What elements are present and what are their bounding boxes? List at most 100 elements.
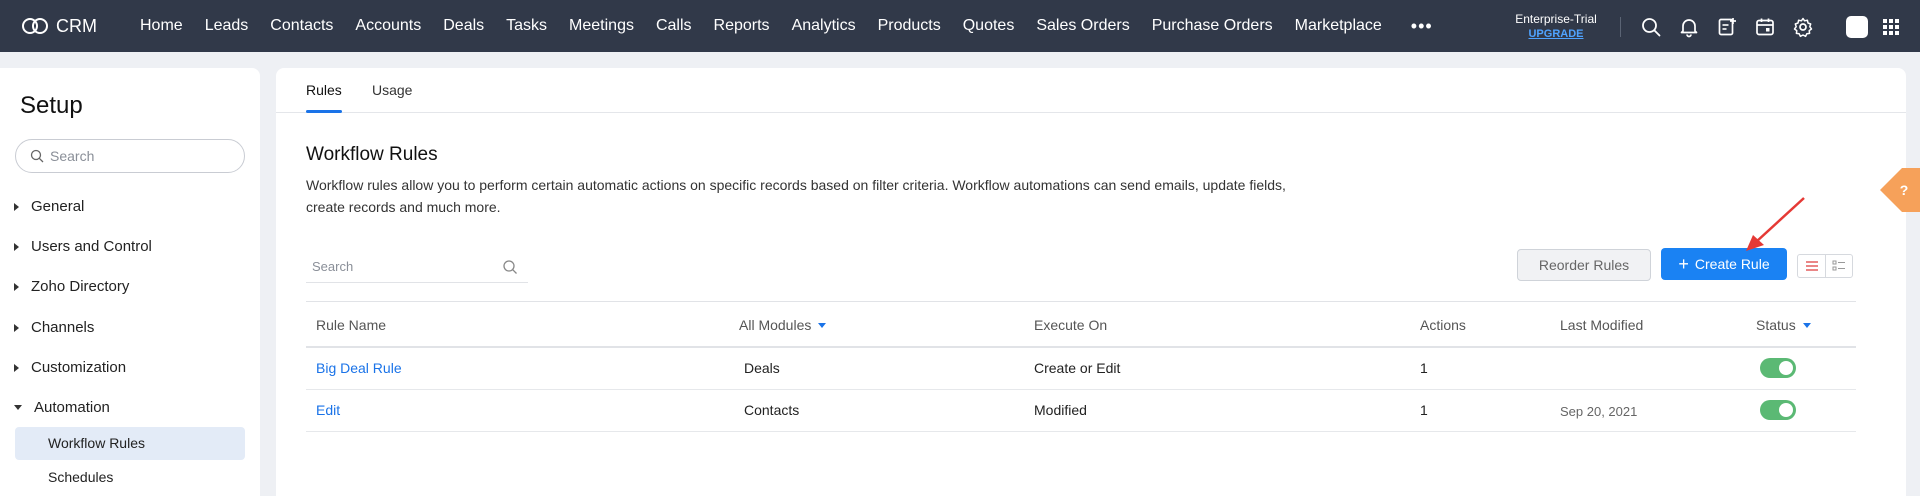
nav-marketplace[interactable]: Marketplace: [1284, 0, 1393, 52]
top-navigation-bar: CRM Home Leads Contacts Accounts Deals T…: [0, 0, 1920, 52]
reorder-rules-button[interactable]: Reorder Rules: [1517, 249, 1651, 281]
zoho-logo-icon: [22, 18, 48, 34]
bell-icon[interactable]: [1678, 16, 1700, 38]
caret-right-icon: [14, 323, 19, 332]
rule-module: Contacts: [744, 402, 800, 418]
help-icon: ?: [1900, 182, 1909, 198]
column-execute-on[interactable]: Execute On: [1034, 317, 1107, 333]
rules-search-input[interactable]: [312, 259, 502, 274]
caret-right-icon: [14, 363, 19, 372]
sidebar-item-zoho-directory[interactable]: Zoho Directory: [14, 278, 129, 295]
crm-logo[interactable]: CRM: [20, 15, 120, 37]
sidebar-item-automation[interactable]: Automation: [14, 399, 110, 416]
column-label: All Modules: [739, 317, 812, 333]
grouped-view-icon[interactable]: [1825, 255, 1852, 277]
avatar[interactable]: [1846, 16, 1868, 38]
trial-label: Enterprise-Trial: [1515, 12, 1597, 26]
caret-right-icon: [14, 242, 19, 251]
top-divider: [1620, 17, 1621, 37]
create-rule-label: Create Rule: [1694, 256, 1770, 272]
nav-tasks[interactable]: Tasks: [495, 0, 558, 52]
sidebar-title: Setup: [20, 92, 83, 119]
nav-accounts[interactable]: Accounts: [344, 0, 432, 52]
nav-reports[interactable]: Reports: [703, 0, 781, 52]
sidebar-search-input[interactable]: [50, 148, 230, 164]
nav-products[interactable]: Products: [867, 0, 952, 52]
upgrade-link[interactable]: UPGRADE: [1500, 28, 1612, 40]
nav-analytics[interactable]: Analytics: [781, 0, 867, 52]
nav-quotes[interactable]: Quotes: [952, 0, 1026, 52]
nav-sales-orders[interactable]: Sales Orders: [1025, 0, 1140, 52]
rule-execute-on: Create or Edit: [1034, 360, 1121, 376]
calendar-icon[interactable]: [1754, 16, 1776, 38]
active-tab-indicator: [306, 110, 342, 113]
caret-right-icon: [14, 282, 19, 291]
sidebar-item-label: Customization: [31, 359, 127, 376]
sidebar-item-users-and-control[interactable]: Users and Control: [14, 238, 152, 255]
nav-calls[interactable]: Calls: [645, 0, 703, 52]
rule-last-modified: Sep 20, 2021: [1560, 404, 1638, 419]
sidebar-item-channels[interactable]: Channels: [14, 319, 94, 336]
page-description: Workflow rules allow you to perform cert…: [306, 177, 1286, 215]
nav-purchase-orders[interactable]: Purchase Orders: [1141, 0, 1284, 52]
search-icon: [503, 259, 517, 274]
nav-contacts[interactable]: Contacts: [259, 0, 344, 52]
search-icon[interactable]: [1640, 16, 1662, 38]
column-label: Status: [1756, 317, 1796, 333]
status-toggle[interactable]: [1760, 358, 1796, 378]
main-panel: Rules Usage Workflow Rules Workflow rule…: [276, 68, 1906, 496]
create-rule-button[interactable]: + Create Rule: [1661, 248, 1787, 280]
apps-grid-icon[interactable]: [1880, 16, 1902, 38]
dropdown-caret-icon: [1802, 323, 1811, 328]
rule-actions-count: 1: [1420, 360, 1428, 376]
sidebar-item-label: Zoho Directory: [31, 278, 130, 295]
rules-search[interactable]: [306, 251, 528, 283]
sidebar-item-workflow-rules[interactable]: Workflow Rules: [15, 427, 245, 460]
table-row: Edit Contacts Modified 1 Sep 20, 2021: [306, 390, 1856, 432]
nav-home[interactable]: Home: [120, 0, 194, 52]
trial-info: Enterprise-Trial UPGRADE: [1500, 12, 1612, 40]
rule-name-link[interactable]: Edit: [316, 402, 340, 418]
workflow-rules-table: Rule Name All Modules Execute On Actions…: [306, 301, 1856, 432]
search-icon: [30, 149, 44, 163]
column-last-modified[interactable]: Last Modified: [1560, 317, 1643, 333]
column-rule-name[interactable]: Rule Name: [316, 317, 386, 333]
sidebar-item-label: General: [31, 198, 85, 215]
sidebar-item-schedules[interactable]: Schedules: [15, 461, 245, 494]
add-note-icon[interactable]: [1716, 16, 1738, 38]
tab-usage[interactable]: Usage: [372, 82, 412, 98]
setup-sidebar: Setup General Users and Control Zoho Dir…: [0, 68, 260, 496]
rule-execute-on: Modified: [1034, 402, 1087, 418]
nav-meetings[interactable]: Meetings: [558, 0, 645, 52]
nav-deals[interactable]: Deals: [432, 0, 495, 52]
column-actions[interactable]: Actions: [1420, 317, 1466, 333]
rule-actions-count: 1: [1420, 402, 1428, 418]
brand-name: CRM: [56, 15, 97, 36]
sidebar-item-general[interactable]: General: [14, 198, 84, 215]
page-title: Workflow Rules: [306, 144, 438, 165]
sidebar-item-label: Users and Control: [31, 238, 152, 255]
main-nav: Home Leads Contacts Accounts Deals Tasks…: [120, 0, 1451, 52]
table-row: Big Deal Rule Deals Create or Edit 1: [306, 348, 1856, 390]
column-modules-filter[interactable]: All Modules: [739, 317, 827, 333]
list-view-icon[interactable]: [1798, 255, 1825, 277]
plus-icon: +: [1678, 254, 1689, 274]
tab-rules[interactable]: Rules: [306, 82, 342, 98]
rule-module: Deals: [744, 360, 780, 376]
dropdown-caret-icon: [818, 323, 827, 328]
tab-bar: Rules Usage: [276, 68, 1906, 113]
status-toggle[interactable]: [1760, 400, 1796, 420]
nav-leads[interactable]: Leads: [194, 0, 260, 52]
sidebar-item-label: Automation: [34, 399, 110, 416]
table-header: Rule Name All Modules Execute On Actions…: [306, 301, 1856, 348]
column-status-filter[interactable]: Status: [1756, 317, 1811, 333]
gear-icon[interactable]: [1792, 16, 1814, 38]
more-menu-icon[interactable]: •••: [1393, 2, 1451, 50]
caret-right-icon: [14, 202, 19, 211]
view-toggle: [1797, 254, 1853, 278]
caret-down-icon: [14, 405, 22, 410]
sidebar-search[interactable]: [15, 139, 245, 173]
rule-name-link[interactable]: Big Deal Rule: [316, 360, 402, 376]
sidebar-item-customization[interactable]: Customization: [14, 359, 126, 376]
help-tab[interactable]: ?: [1880, 168, 1920, 212]
